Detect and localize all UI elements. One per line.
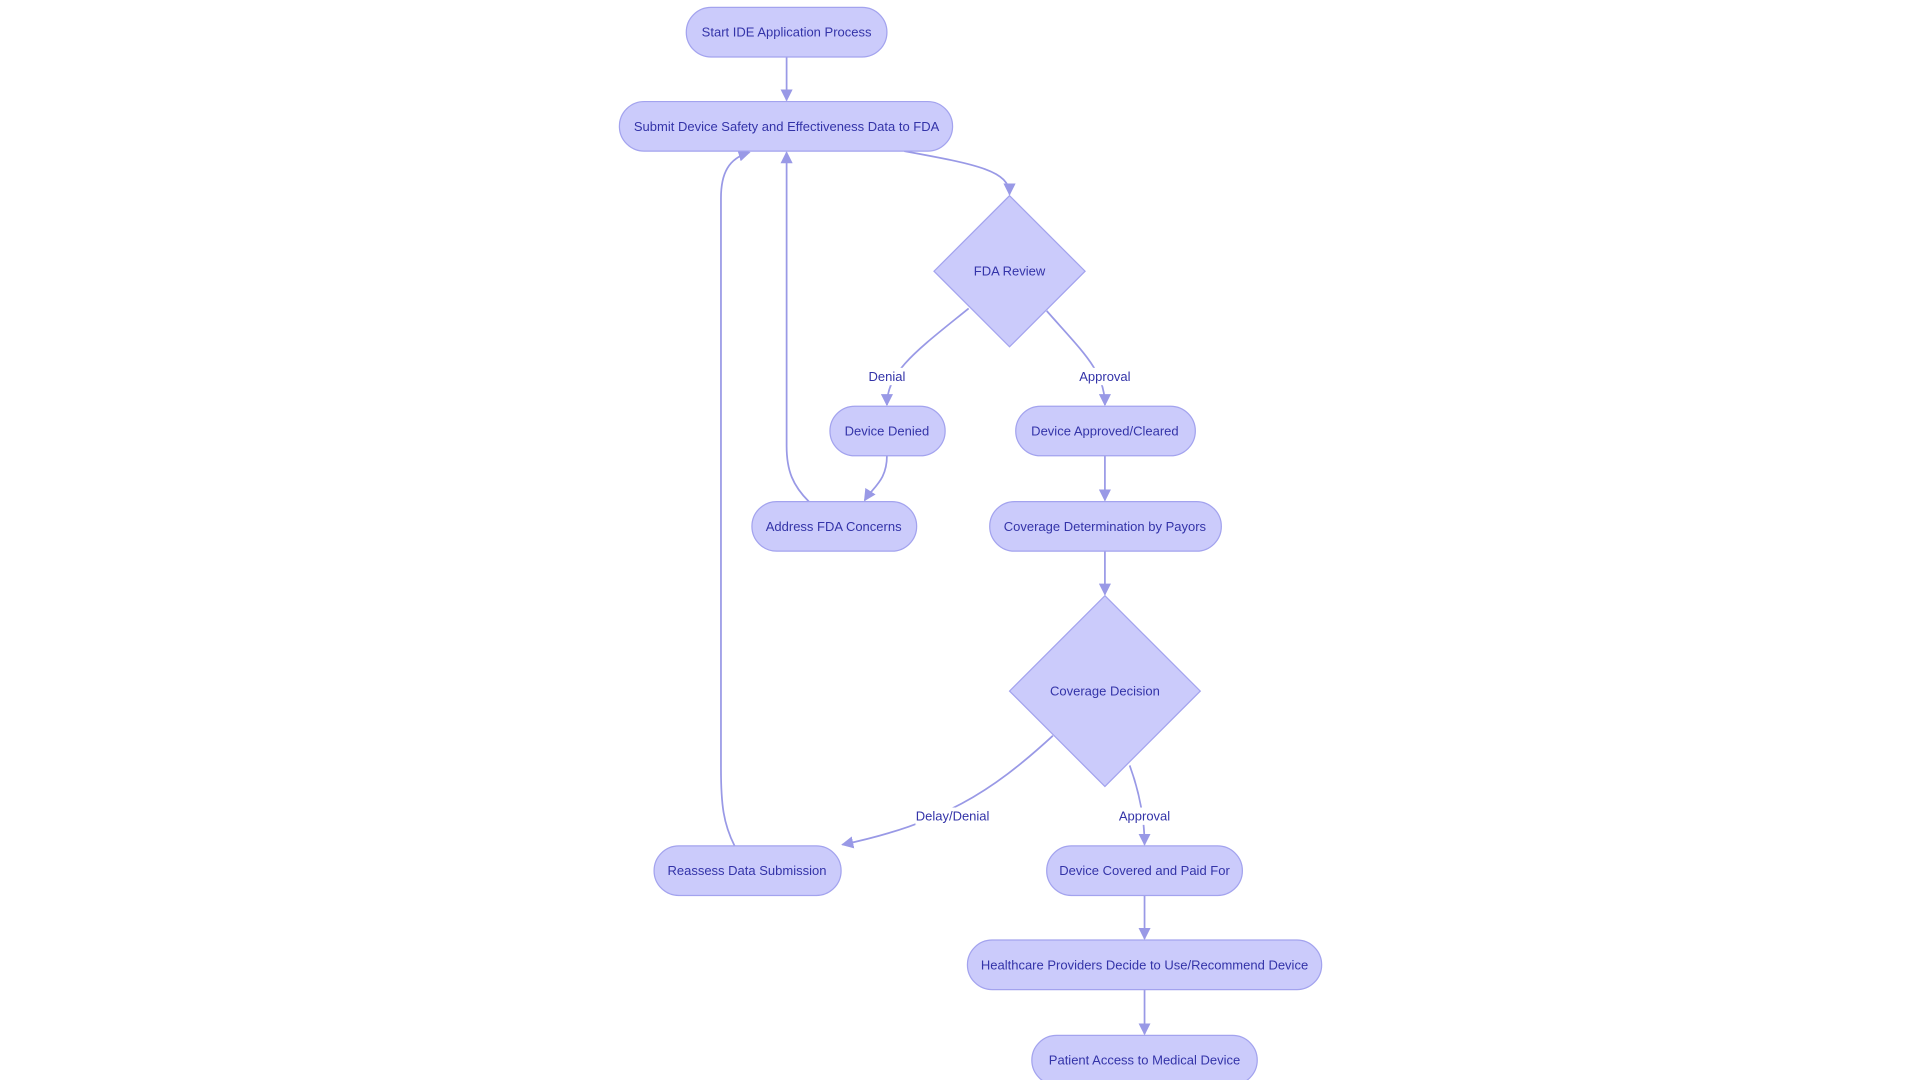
node-label: FDA Review — [974, 264, 1046, 279]
edge-label-text: Denial — [868, 369, 905, 384]
edge-label-text: Delay/Denial — [916, 809, 990, 824]
flowchart: Denial Approval Delay/Denial Approval St… — [618, 6, 1323, 1080]
node-address-concerns: Address FDA Concerns — [751, 500, 918, 552]
edge-label-text: Approval — [1079, 369, 1130, 384]
node-label: Start IDE Application Process — [702, 25, 872, 40]
edge-label-approval-fda: Approval — [1078, 367, 1133, 386]
node-device-approved: Device Approved/Cleared — [1015, 405, 1196, 457]
edge-fda-approved — [1046, 310, 1111, 407]
edge-reassess-submit — [720, 149, 751, 847]
node-device-covered: Device Covered and Paid For — [1046, 845, 1244, 897]
edge-submit-fda-review — [904, 150, 1016, 196]
node-submit: Submit Device Safety and Effectiveness D… — [618, 100, 954, 152]
edge-label-text: Approval — [1119, 809, 1170, 824]
edge-label-denial: Denial — [867, 367, 908, 386]
node-label: Coverage Determination by Payors — [1004, 519, 1207, 534]
node-reassess: Reassess Data Submission — [653, 845, 842, 897]
node-coverage-decision: Coverage Decision — [1008, 594, 1202, 788]
node-fda-review: FDA Review — [933, 194, 1086, 348]
node-start: Start IDE Application Process — [685, 6, 888, 58]
node-patient-access: Patient Access to Medical Device — [1031, 1034, 1258, 1080]
node-coverage-determination: Coverage Determination by Payors — [989, 500, 1222, 552]
node-label: Submit Device Safety and Effectiveness D… — [634, 119, 940, 134]
node-label: Device Denied — [845, 424, 930, 439]
edge-address-submit — [780, 151, 810, 503]
node-label: Coverage Decision — [1050, 684, 1160, 699]
node-label: Device Approved/Cleared — [1031, 424, 1178, 439]
edge-decision-reassess — [841, 735, 1054, 849]
node-providers: Healthcare Providers Decide to Use/Recom… — [966, 939, 1323, 991]
node-label: Reassess Data Submission — [667, 863, 826, 878]
node-label: Patient Access to Medical Device — [1049, 1053, 1240, 1068]
edge-label-approval-coverage: Approval — [1118, 807, 1172, 825]
edge-fda-denied — [880, 307, 970, 407]
node-label: Device Covered and Paid For — [1059, 863, 1230, 878]
node-device-denied: Device Denied — [829, 405, 946, 457]
edge-decision-covered — [1128, 765, 1151, 846]
edge-denied-address — [863, 455, 888, 502]
node-label: Healthcare Providers Decide to Use/Recom… — [981, 957, 1308, 972]
edge-label-delay-denial: Delay/Denial — [915, 807, 991, 825]
node-label: Address FDA Concerns — [766, 519, 902, 534]
